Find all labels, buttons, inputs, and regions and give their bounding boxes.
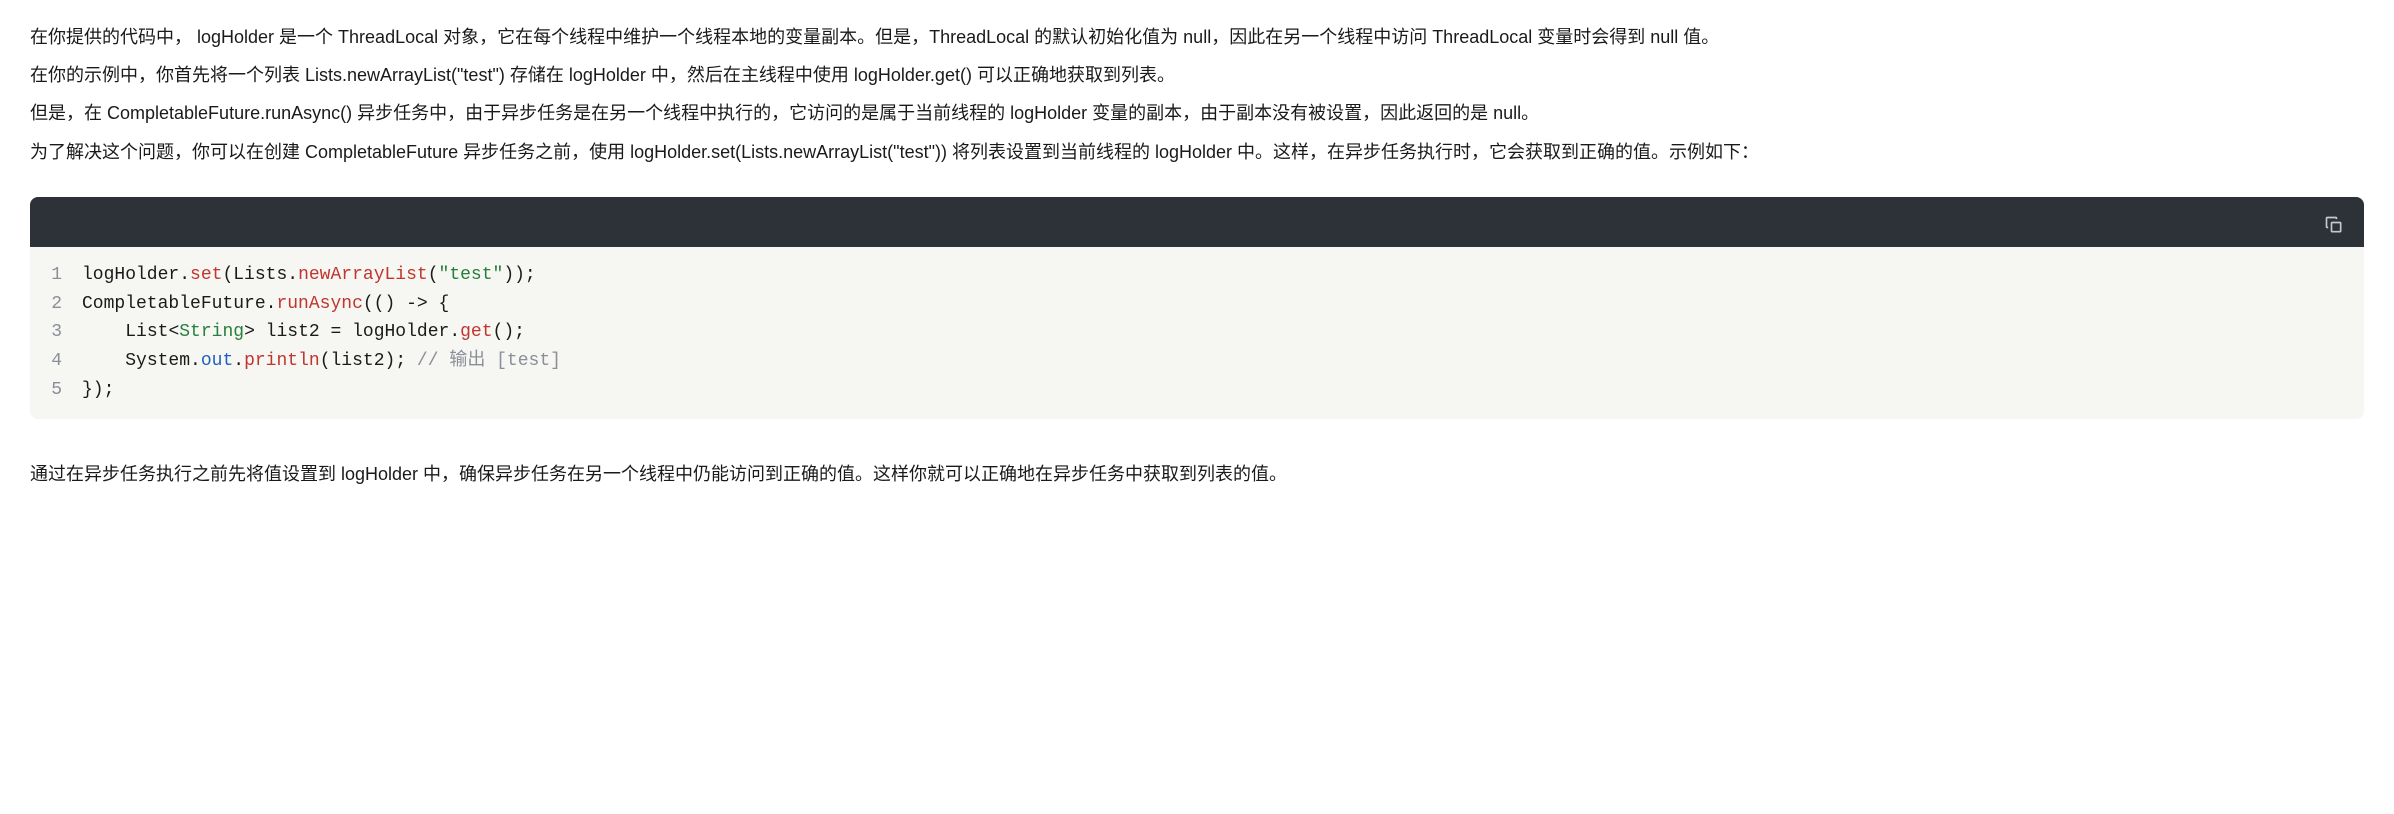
line-number: 3	[30, 318, 82, 347]
code-content: List<String> list2 = logHolder.get();	[82, 318, 2364, 347]
paragraph-1: 在你提供的代码中， logHolder 是一个 ThreadLocal 对象，它…	[30, 20, 2364, 54]
paragraph-3: 但是，在 CompletableFuture.runAsync() 异步任务中，…	[30, 96, 2364, 130]
code-line: 5 });	[30, 376, 2364, 405]
code-line: 2 CompletableFuture.runAsync(() -> {	[30, 290, 2364, 319]
paragraph-2: 在你的示例中，你首先将一个列表 Lists.newArrayList("test…	[30, 58, 2364, 92]
paragraph-footer: 通过在异步任务执行之前先将值设置到 logHolder 中，确保异步任务在另一个…	[30, 457, 2364, 491]
code-content: System.out.println(list2); // 输出 [test]	[82, 347, 2364, 376]
code-header	[30, 197, 2364, 247]
code-line: 4 System.out.println(list2); // 输出 [test…	[30, 347, 2364, 376]
code-block: 1 logHolder.set(Lists.newArrayList("test…	[30, 197, 2364, 419]
line-number: 2	[30, 290, 82, 319]
code-content: logHolder.set(Lists.newArrayList("test")…	[82, 261, 2364, 290]
line-number: 5	[30, 376, 82, 405]
code-content: CompletableFuture.runAsync(() -> {	[82, 290, 2364, 319]
line-number: 4	[30, 347, 82, 376]
code-line: 1 logHolder.set(Lists.newArrayList("test…	[30, 261, 2364, 290]
code-body: 1 logHolder.set(Lists.newArrayList("test…	[30, 247, 2364, 419]
line-number: 1	[30, 261, 82, 290]
code-content: });	[82, 376, 2364, 405]
copy-icon[interactable]	[2324, 212, 2344, 232]
code-line: 3 List<String> list2 = logHolder.get();	[30, 318, 2364, 347]
paragraph-4: 为了解决这个问题，你可以在创建 CompletableFuture 异步任务之前…	[30, 135, 2364, 169]
